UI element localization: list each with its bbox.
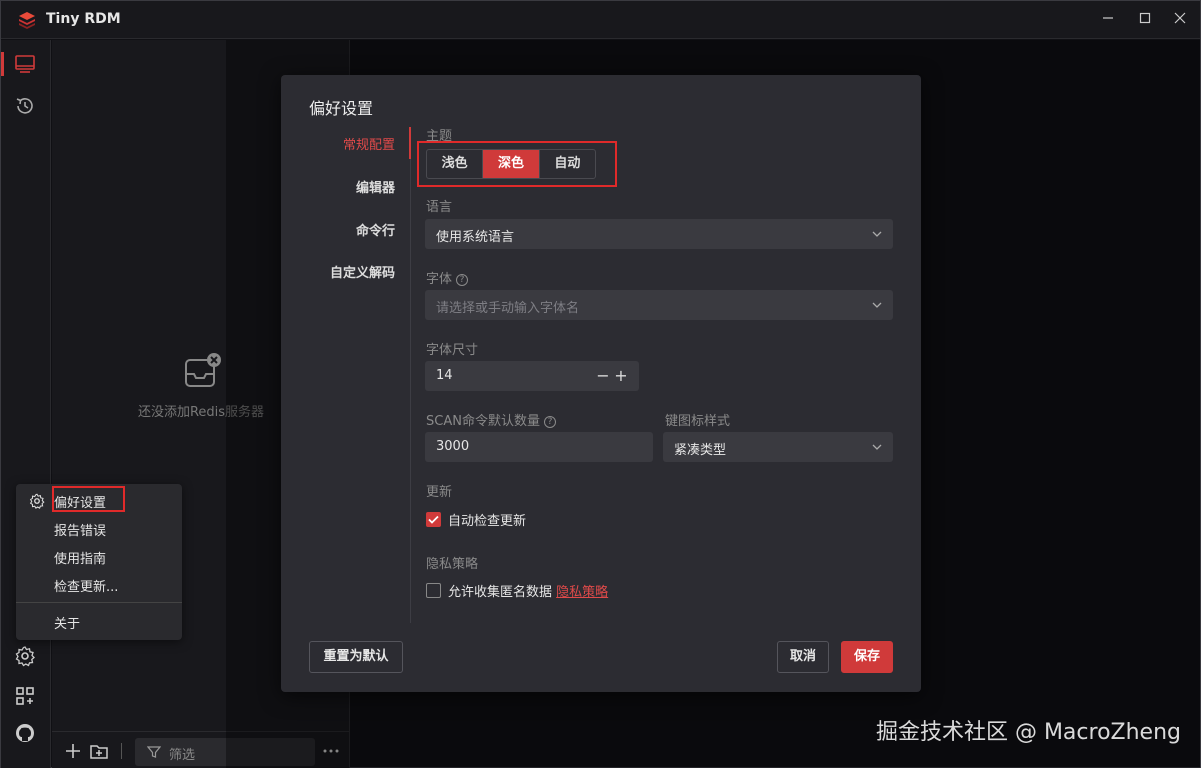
checkmark-icon <box>428 515 439 524</box>
privacy-policy-link[interactable]: 隐私策略 <box>556 585 608 600</box>
menu-item-check-update[interactable]: 检查更新... <box>54 576 118 595</box>
preferences-gear-icon <box>29 493 45 509</box>
font-placeholder: 请选择或手动输入字体名 <box>436 301 580 316</box>
dialog-title: 偏好设置 <box>309 99 374 118</box>
scan-count-label: SCAN命令默认数量 <box>426 414 540 429</box>
add-group-icon[interactable] <box>88 740 110 762</box>
preferences-dialog: 偏好设置 常规配置 编辑器 命令行 自定义解码 主题 浅色 深色 自动 语言 使… <box>281 75 921 692</box>
language-select[interactable]: 使用系统语言 <box>425 219 893 249</box>
scan-count-label-row: SCAN命令默认数量? <box>426 410 556 429</box>
filter-placeholder: 筛选 <box>169 748 196 763</box>
maximize-icon <box>1139 12 1151 24</box>
minimize-icon <box>1103 17 1113 19</box>
theme-highlight-box <box>417 141 617 187</box>
menu-divider <box>16 602 182 603</box>
github-icon[interactable] <box>13 721 37 745</box>
app-logo-icon <box>19 12 35 29</box>
tabs-divider <box>410 127 411 623</box>
preferences-highlight-box <box>52 486 125 512</box>
key-icon-style-label: 键图标样式 <box>665 414 731 429</box>
tab-custom-decoder[interactable]: 自定义解码 <box>330 262 395 281</box>
apps-grid-icon[interactable] <box>13 684 37 708</box>
scan-count-value: 3000 <box>436 439 470 454</box>
key-icon-style-select[interactable]: 紧凑类型 <box>663 432 893 462</box>
menu-item-user-guide[interactable]: 使用指南 <box>54 548 106 567</box>
font-size-label: 字体尺寸 <box>426 343 479 358</box>
tab-editor[interactable]: 编辑器 <box>356 177 395 196</box>
history-icon[interactable] <box>13 94 37 118</box>
auto-update-checkbox[interactable] <box>426 512 441 527</box>
filter-icon <box>147 746 161 758</box>
font-size-value: 14 <box>436 368 453 383</box>
language-label: 语言 <box>426 200 453 215</box>
add-connection-icon[interactable] <box>62 740 84 762</box>
update-label: 更新 <box>426 485 453 500</box>
chevron-down-icon <box>872 231 882 237</box>
reset-defaults-button[interactable]: 重置为默认 <box>309 641 403 673</box>
scan-count-input[interactable]: 3000 <box>425 432 653 462</box>
toolbar-divider <box>121 743 122 759</box>
nav-ribbon <box>1 40 51 768</box>
anonymous-data-row: 允许收集匿名数据 隐私策略 <box>448 581 608 600</box>
tab-cli[interactable]: 命令行 <box>356 220 395 239</box>
help-icon[interactable]: ? <box>543 416 556 428</box>
save-button[interactable]: 保存 <box>841 641 893 673</box>
chevron-down-icon <box>872 302 882 308</box>
ribbon-active-indicator <box>1 52 4 76</box>
auto-update-label: 自动检查更新 <box>448 514 527 529</box>
close-icon <box>1174 12 1186 24</box>
language-value: 使用系统语言 <box>436 230 515 245</box>
close-window-button[interactable] <box>1170 10 1190 30</box>
font-label: 字体 <box>426 272 453 287</box>
chevron-down-icon <box>872 444 882 450</box>
privacy-label: 隐私策略 <box>426 557 479 572</box>
font-label-row: 字体? <box>426 268 469 287</box>
active-tab-indicator <box>409 127 411 159</box>
server-list-icon[interactable] <box>13 52 37 76</box>
menu-item-about[interactable]: 关于 <box>54 613 80 632</box>
maximize-button[interactable] <box>1135 10 1155 30</box>
font-select[interactable]: 请选择或手动输入字体名 <box>425 290 893 320</box>
app-title: Tiny RDM <box>46 11 121 27</box>
anonymous-data-label: 允许收集匿名数据 <box>448 585 553 600</box>
menu-item-report-bug[interactable]: 报告错误 <box>54 520 106 539</box>
cancel-button[interactable]: 取消 <box>777 641 829 673</box>
font-size-stepper[interactable]: 14 − + <box>425 361 639 391</box>
tab-general[interactable]: 常规配置 <box>343 134 395 153</box>
increment-button[interactable]: + <box>614 367 628 385</box>
decrement-button[interactable]: − <box>596 367 610 385</box>
minimize-button[interactable] <box>1098 10 1118 30</box>
anonymous-data-checkbox[interactable] <box>426 583 441 598</box>
empty-inbox-icon <box>185 353 221 387</box>
watermark-text: 掘金技术社区 @ MacroZheng <box>875 720 1181 745</box>
help-icon[interactable]: ? <box>456 274 469 286</box>
key-icon-style-value: 紧凑类型 <box>674 443 727 458</box>
settings-gear-icon[interactable] <box>13 644 37 668</box>
title-bar: Tiny RDM <box>1 1 1200 39</box>
